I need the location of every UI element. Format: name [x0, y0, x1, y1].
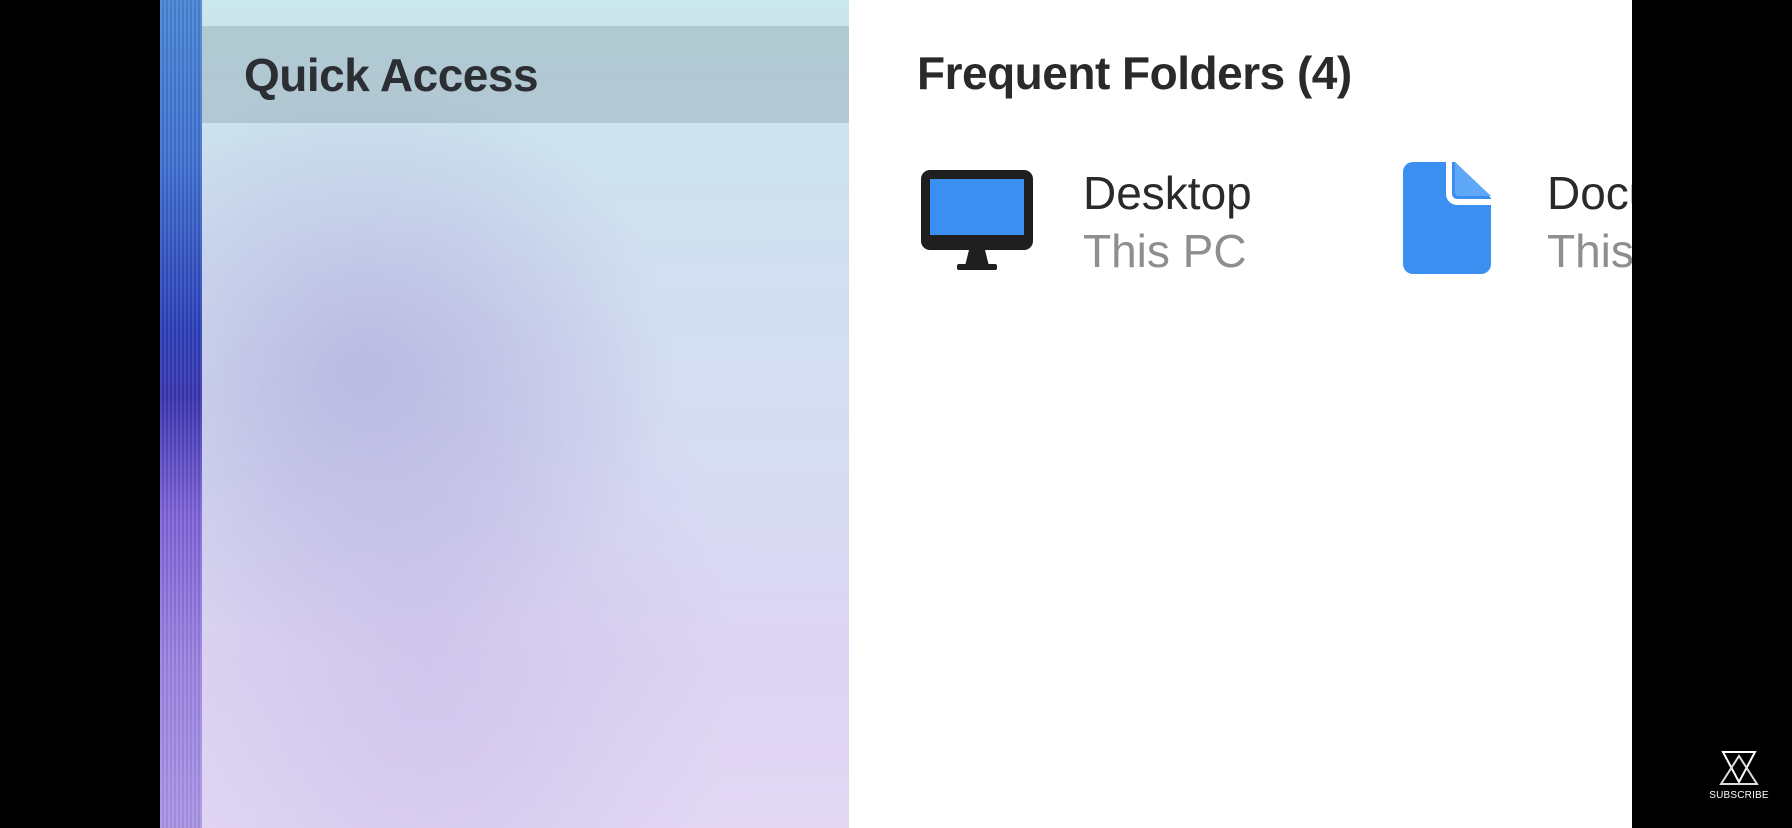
folder-location: This PC — [1083, 225, 1247, 277]
folder-name: Desktop — [1083, 167, 1252, 219]
section-title: Frequent Folders (4) — [917, 47, 1352, 99]
channel-logo-icon — [1719, 751, 1759, 790]
subscribe-label: SUBSCRIBE — [1709, 790, 1769, 801]
folder-item-desktop[interactable]: Desktop This PC — [919, 160, 1339, 280]
document-icon — [1403, 160, 1495, 281]
sidebar-item-quick-access[interactable]: Quick Access — [202, 26, 849, 123]
sidebar-item-label: Quick Access — [244, 48, 539, 101]
app-window: Quick Access Frequent Folders (4) Deskto… — [160, 0, 1632, 828]
desktop-monitor-icon — [919, 160, 1035, 281]
main-content: Frequent Folders (4) Desktop This PC Doc… — [849, 0, 1632, 828]
folder-name: Documents — [1547, 167, 1632, 219]
subscribe-watermark[interactable]: SUBSCRIBE — [1709, 750, 1769, 806]
folder-item-documents[interactable]: Documents This PC — [1403, 160, 1632, 280]
sidebar: Quick Access — [202, 0, 849, 828]
folder-location: This PC — [1547, 225, 1632, 277]
wallpaper-strip — [160, 0, 202, 828]
